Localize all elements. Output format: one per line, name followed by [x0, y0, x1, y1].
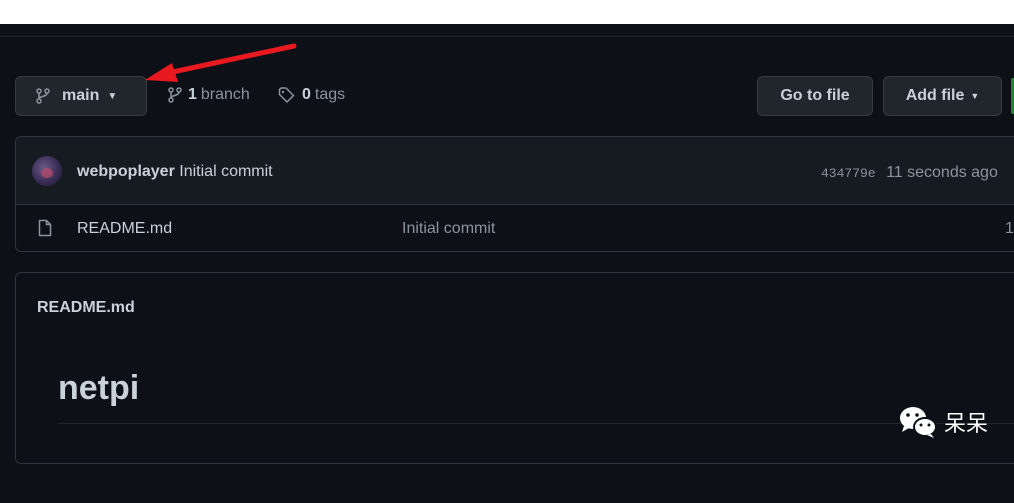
header-divider	[0, 36, 1014, 37]
latest-commit-row: webpoplayer Initial commit 434779e 11 se…	[16, 137, 1014, 205]
branch-select-label: main	[62, 87, 100, 104]
file-name-link[interactable]: README.md	[77, 220, 172, 238]
branch-count-label: branch	[200, 86, 250, 103]
branch-count: 1	[188, 86, 197, 103]
go-to-file-button[interactable]: Go to file	[757, 76, 873, 116]
commit-age: 11 seconds ago	[886, 164, 998, 181]
readme-title[interactable]: README.md	[37, 299, 135, 317]
avatar[interactable]	[32, 156, 62, 186]
tags-link[interactable]: 0 tags	[278, 86, 345, 104]
readme-panel: README.md netpi	[15, 272, 1014, 464]
caret-down-icon: ▼	[970, 91, 980, 101]
file-icon	[38, 219, 52, 242]
caret-down-icon: ▼	[107, 90, 118, 102]
branch-select-button[interactable]: main ▼	[15, 76, 147, 116]
readme-heading-rule	[58, 423, 1014, 424]
commit-meta: 434779e 11 seconds ago	[821, 164, 998, 182]
watermark: 呆呆	[898, 405, 988, 439]
branches-link[interactable]: 1 branch	[168, 86, 250, 104]
table-row: README.md Initial commit 1	[16, 205, 1014, 251]
commit-message[interactable]: Initial commit	[179, 163, 272, 180]
tag-icon	[278, 87, 296, 103]
go-to-file-label: Go to file	[780, 87, 850, 104]
git-branch-icon	[36, 88, 50, 104]
file-commit-message[interactable]: Initial commit	[402, 220, 495, 238]
file-listing: webpoplayer Initial commit 434779e 11 se…	[15, 136, 1014, 252]
commit-author[interactable]: webpoplayer	[77, 163, 175, 180]
file-commit-age: 1	[1005, 220, 1014, 237]
commit-sha[interactable]: 434779e	[821, 166, 876, 181]
add-file-button[interactable]: Add file ▼	[883, 76, 1002, 116]
commit-summary: webpoplayer Initial commit	[77, 163, 273, 181]
readme-heading: netpi	[58, 369, 140, 407]
tag-count-label: tags	[314, 86, 346, 103]
git-branch-icon	[168, 87, 182, 103]
add-file-label: Add file	[905, 87, 965, 104]
watermark-text: 呆呆	[944, 411, 989, 436]
tag-count: 0	[302, 86, 311, 103]
wechat-icon	[898, 405, 938, 439]
